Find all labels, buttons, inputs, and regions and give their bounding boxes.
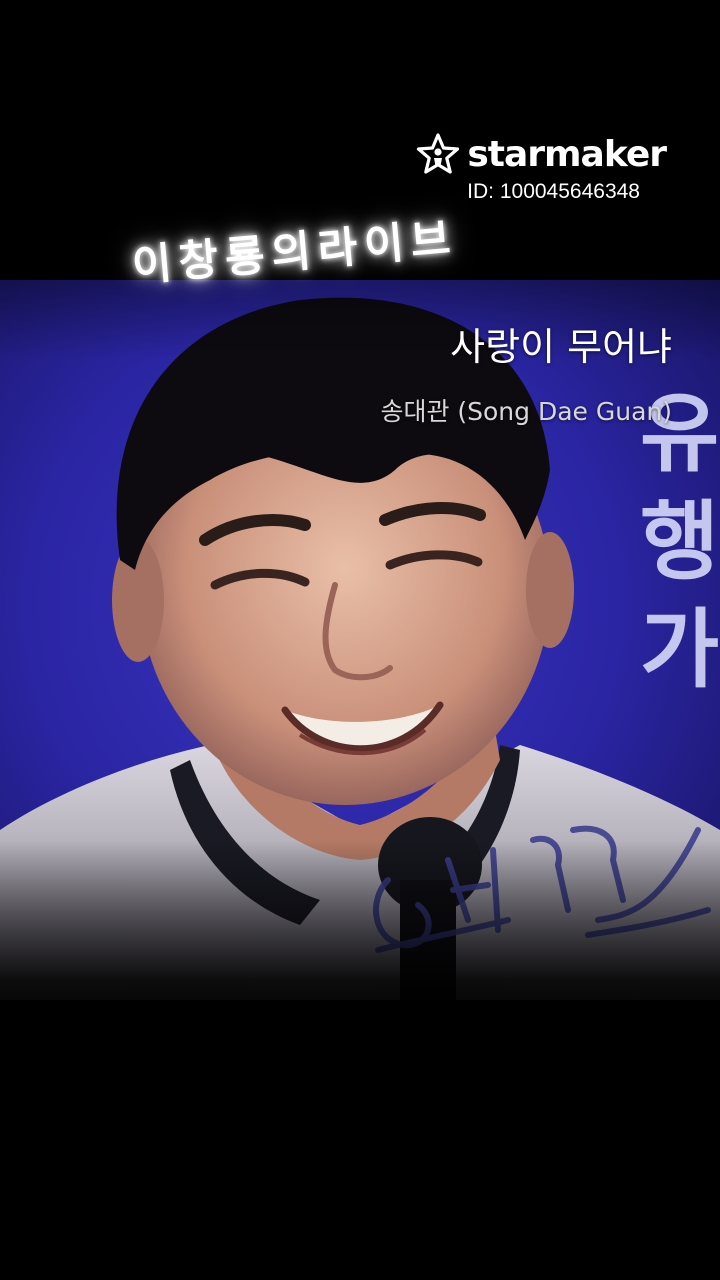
video-frame: 유 행 가 starmaker ID: 100045646348 이창룡의라이브…	[0, 0, 720, 1280]
song-artist: 송대관 (Song Dae Guan)	[380, 397, 672, 426]
stage-letter: 행	[640, 492, 720, 592]
star-person-icon	[415, 132, 461, 178]
user-id-label: ID: 100045646348	[467, 180, 640, 203]
stage-backdrop-lettering: 유 행 가	[640, 380, 720, 704]
bottom-fade	[0, 840, 720, 1040]
song-title: 사랑이 무어냐	[450, 325, 672, 369]
starmaker-watermark: starmaker ID: 100045646348	[406, 132, 667, 204]
stage-letter: 가	[640, 600, 720, 700]
starmaker-logo: starmaker	[406, 132, 667, 178]
brand-name: starmaker	[467, 134, 667, 175]
